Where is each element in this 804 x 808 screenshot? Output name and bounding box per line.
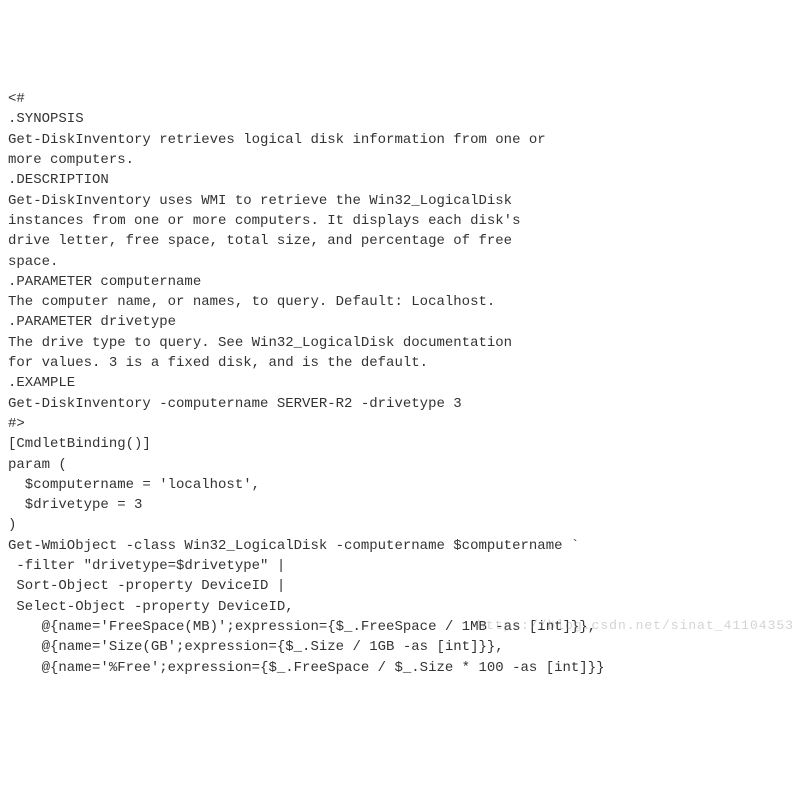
code-line: #> bbox=[8, 414, 796, 434]
code-line: @{name='FreeSpace(MB)';expression={$_.Fr… bbox=[8, 617, 796, 637]
code-line: .PARAMETER computername bbox=[8, 272, 796, 292]
code-line: Get-WmiObject -class Win32_LogicalDisk -… bbox=[8, 536, 796, 556]
code-line: $drivetype = 3 bbox=[8, 495, 796, 515]
code-line: [CmdletBinding()] bbox=[8, 434, 796, 454]
code-line: <# bbox=[8, 89, 796, 109]
code-line: Get-DiskInventory -computername SERVER-R… bbox=[8, 394, 796, 414]
code-line: -filter "drivetype=$drivetype" | bbox=[8, 556, 796, 576]
code-line: @{name='%Free';expression={$_.FreeSpace … bbox=[8, 658, 796, 678]
code-line: .SYNOPSIS bbox=[8, 109, 796, 129]
code-line: @{name='Size(GB';expression={$_.Size / 1… bbox=[8, 637, 796, 657]
code-line: more computers. bbox=[8, 150, 796, 170]
code-line: param ( bbox=[8, 455, 796, 475]
code-line: drive letter, free space, total size, an… bbox=[8, 231, 796, 251]
code-block: <#.SYNOPSISGet-DiskInventory retrieves l… bbox=[8, 89, 796, 678]
code-line: .EXAMPLE bbox=[8, 373, 796, 393]
code-line: .PARAMETER drivetype bbox=[8, 312, 796, 332]
code-line: The drive type to query. See Win32_Logic… bbox=[8, 333, 796, 353]
code-line: instances from one or more computers. It… bbox=[8, 211, 796, 231]
code-line: space. bbox=[8, 252, 796, 272]
code-line: $computername = 'localhost', bbox=[8, 475, 796, 495]
code-line: for values. 3 is a fixed disk, and is th… bbox=[8, 353, 796, 373]
code-line: .DESCRIPTION bbox=[8, 170, 796, 190]
code-line: Select-Object -property DeviceID, bbox=[8, 597, 796, 617]
code-line: Sort-Object -property DeviceID | bbox=[8, 576, 796, 596]
code-line: The computer name, or names, to query. D… bbox=[8, 292, 796, 312]
code-line: ) bbox=[8, 515, 796, 535]
code-line: Get-DiskInventory uses WMI to retrieve t… bbox=[8, 191, 796, 211]
code-line: Get-DiskInventory retrieves logical disk… bbox=[8, 130, 796, 150]
